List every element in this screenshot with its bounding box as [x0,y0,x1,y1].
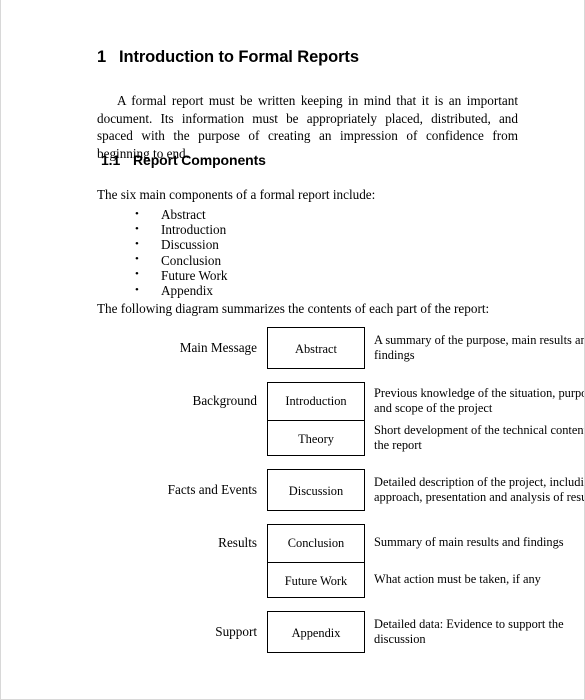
diagram-description-stack: A summary of the purpose, main results a… [374,327,585,369]
diagram-box-theory: Theory [268,420,364,457]
list-item: Discussion [135,237,227,253]
diagram-group-main-message: Main Message Abstract A summary of the p… [81,327,584,369]
diagram-box-future-work: Future Work [268,562,364,599]
diagram-description: Detailed description of the project, inc… [374,475,585,504]
diagram-description: Short development of the technical conte… [374,422,585,452]
diagram-box-stack: Conclusion Future Work [267,524,365,598]
diagram-box-stack: Discussion [267,469,365,511]
diagram-group-label: Facts and Events [167,482,257,497]
diagram-group-label: Main Message [179,340,257,355]
section-1-1-heading: 1.1 Report Components [101,152,266,168]
report-structure-diagram: Main Message Abstract A summary of the p… [81,327,584,653]
diagram-group-label: Results [218,535,257,550]
list-item: Conclusion [135,252,227,268]
diagram-box-stack: Introduction Theory [267,382,365,456]
diagram-description-stack: Previous knowledge of the situation, pur… [374,382,585,456]
diagram-description: Detailed data: Evidence to support the d… [374,617,564,646]
diagram-description: Summary of main results and findings [374,535,564,550]
list-item: Introduction [135,222,227,238]
diagram-box-appendix: Appendix [291,625,341,640]
list-item: Abstract [135,206,227,222]
section-1-1-number: 1.1 [101,152,121,168]
diagram-group-label: Background [192,393,257,408]
diagram-description: What action must be taken, if any [374,572,541,587]
diagram-box-abstract: Abstract [295,341,337,356]
components-list: Abstract Introduction Discussion Conclus… [135,206,227,299]
diagram-box-introduction: Introduction [285,394,347,408]
diagram-box-conclusion: Conclusion [287,536,345,550]
diagram-box-discussion: Discussion [288,483,344,498]
diagram-description-stack: Detailed description of the project, inc… [374,469,585,511]
list-item: Appendix [135,283,227,299]
diagram-group-background: Background Introduction Theory Previous … [81,382,584,456]
section-1-1-title: Report Components [133,152,266,168]
diagram-box-stack: Appendix [267,611,365,653]
diagram-group-label: Support [215,624,257,639]
diagram-description-stack: Detailed data: Evidence to support the d… [374,611,584,653]
document-page: 1 Introduction to Formal Reports A formal… [0,0,585,700]
diagram-box-stack: Abstract [267,327,365,369]
components-lead-text: The six main components of a formal repo… [97,187,376,202]
diagram-group-facts-and-events: Facts and Events Discussion Detailed des… [81,469,584,511]
diagram-description: Previous knowledge of the situation, pur… [374,385,585,415]
list-item: Future Work [135,267,227,283]
diagram-group-results: Results Conclusion Future Work Summary o… [81,524,564,598]
diagram-lead-text: The following diagram summarizes the con… [97,301,490,316]
diagram-description: A summary of the purpose, main results a… [374,333,585,362]
section-1-number: 1 [97,48,107,66]
diagram-group-support: Support Appendix Detailed data: Evidence… [81,611,564,653]
section-1-heading: 1 Introduction to Formal Reports [97,48,359,67]
diagram-description-stack: Summary of main results and findings Wha… [374,524,584,598]
section-1-title: Introduction to Formal Reports [119,48,359,66]
